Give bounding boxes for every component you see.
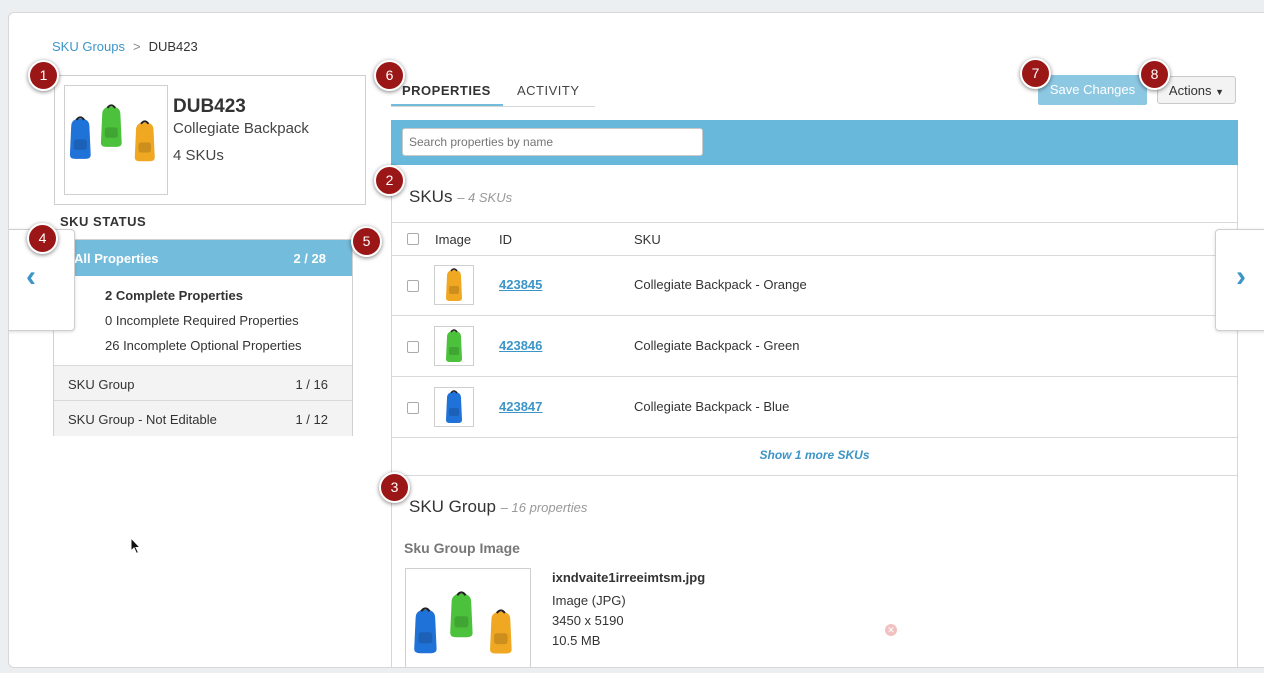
column-header-image: Image [435, 232, 472, 247]
annotation-marker-4: 4 [27, 223, 58, 254]
column-header-sku: SKU [634, 232, 661, 247]
annotation-marker-3: 3 [379, 472, 410, 503]
breadcrumb-current: DUB423 [148, 39, 198, 54]
breadcrumb: SKU Groups > DUB423 [52, 39, 198, 54]
tab-properties[interactable]: PROPERTIES [402, 83, 491, 98]
sku-group-count: – 16 properties [500, 500, 588, 515]
tab-activity[interactable]: ACTIVITY [517, 83, 580, 98]
chevron-left-icon: ‹ [26, 260, 36, 293]
search-bar [391, 120, 1238, 165]
row-checkbox[interactable] [407, 402, 419, 414]
all-properties-item[interactable]: All Properties 2 / 28 [54, 240, 352, 276]
all-properties-label: All Properties [74, 251, 159, 266]
status-item-sku-group-not-editable[interactable]: SKU Group - Not Editable 1 / 12 [54, 400, 352, 436]
active-tab-indicator [391, 104, 503, 106]
row-checkbox[interactable] [407, 280, 419, 292]
sku-id-link[interactable]: 423847 [499, 399, 542, 414]
breadcrumb-sku-groups-link[interactable]: SKU Groups [52, 39, 125, 54]
sku-thumbnail [434, 326, 474, 366]
table-row: 423845 Collegiate Backpack - Orange [392, 255, 1237, 316]
annotation-marker-7: 7 [1020, 58, 1051, 89]
image-file-dimensions: 3450 x 5190 [552, 613, 624, 628]
show-more-skus-link[interactable]: Show 1 more SKUs [392, 435, 1237, 476]
mouse-cursor-icon [130, 536, 142, 560]
chevron-right-icon: › [1236, 260, 1246, 293]
sku-name: Collegiate Backpack - Orange [634, 277, 807, 292]
row-checkbox[interactable] [407, 341, 419, 353]
skus-count: – 4 SKUs [457, 190, 513, 205]
table-row: 423847 Collegiate Backpack - Blue [392, 377, 1237, 438]
select-all-checkbox[interactable] [407, 233, 419, 245]
status-item-value: 1 / 12 [295, 412, 328, 427]
tab-bar: PROPERTIES ACTIVITY [391, 73, 595, 107]
sku-group-title: SKU Group [409, 497, 496, 516]
sku-id-link[interactable]: 423845 [499, 277, 542, 292]
annotation-marker-2: 2 [374, 165, 405, 196]
product-card: DUB423 Collegiate Backpack 4 SKUs [54, 75, 366, 205]
annotation-marker-5: 5 [351, 226, 382, 257]
backpacks-image [413, 591, 513, 655]
image-file-type: Image (JPG) [552, 593, 626, 608]
sku-name: Collegiate Backpack - Green [634, 338, 800, 353]
status-item-label: SKU Group [68, 377, 135, 392]
column-header-id: ID [499, 232, 512, 247]
remove-image-icon[interactable]: ✕ [885, 624, 897, 636]
status-item-sku-group[interactable]: SKU Group 1 / 16 [54, 365, 352, 401]
complete-properties-text: 2 Complete Properties [105, 288, 243, 303]
save-changes-button[interactable]: Save Changes [1038, 75, 1147, 105]
image-file-size: 10.5 MB [552, 633, 601, 648]
image-file-name: ixndvaite1irreeimtsm.jpg [552, 570, 706, 585]
sku-group-image-preview[interactable] [405, 568, 531, 667]
incomplete-optional-text: 26 Incomplete Optional Properties [105, 338, 302, 353]
annotation-marker-6: 6 [374, 60, 405, 91]
breadcrumb-separator: > [132, 39, 141, 54]
product-name: Collegiate Backpack [173, 120, 309, 137]
table-row: 423846 Collegiate Backpack - Green [392, 316, 1237, 377]
product-thumbnail [64, 85, 168, 195]
sku-group-section-title: SKU Group – 16 properties [409, 497, 587, 517]
status-item-value: 1 / 16 [295, 377, 328, 392]
sku-id-link[interactable]: 423846 [499, 338, 542, 353]
app-frame: SKU Groups > DUB423 DUB423 Collegiate Back… [8, 12, 1264, 668]
annotation-marker-1: 1 [28, 60, 59, 91]
sku-thumbnail [434, 387, 474, 427]
caret-down-icon: ▼ [1215, 87, 1225, 97]
sku-status-title: SKU STATUS [60, 214, 147, 229]
skus-title: SKUs [409, 187, 453, 206]
sku-status-panel: All Properties 2 / 28 2 Complete Propert… [53, 239, 353, 436]
all-properties-value: 2 / 28 [293, 251, 326, 266]
sku-name: Collegiate Backpack - Blue [634, 399, 790, 414]
skus-table-header: Image ID SKU [392, 222, 1237, 256]
properties-content: SKUs – 4 SKUs Image ID SKU 423845 Colleg… [391, 165, 1238, 667]
annotation-marker-8: 8 [1139, 59, 1170, 90]
sku-group-image-label: Sku Group Image [404, 540, 520, 556]
incomplete-required-text: 0 Incomplete Required Properties [105, 313, 299, 328]
product-sku-count: 4 SKUs [173, 147, 224, 164]
product-id: DUB423 [173, 96, 246, 117]
actions-button-label: Actions [1168, 83, 1212, 98]
status-item-label: SKU Group - Not Editable [68, 412, 217, 427]
backpacks-image [68, 104, 156, 163]
sku-thumbnail [434, 265, 474, 305]
skus-section-title: SKUs – 4 SKUs [409, 187, 512, 207]
search-properties-input[interactable] [402, 128, 703, 156]
next-arrow-button[interactable]: › [1215, 229, 1264, 331]
